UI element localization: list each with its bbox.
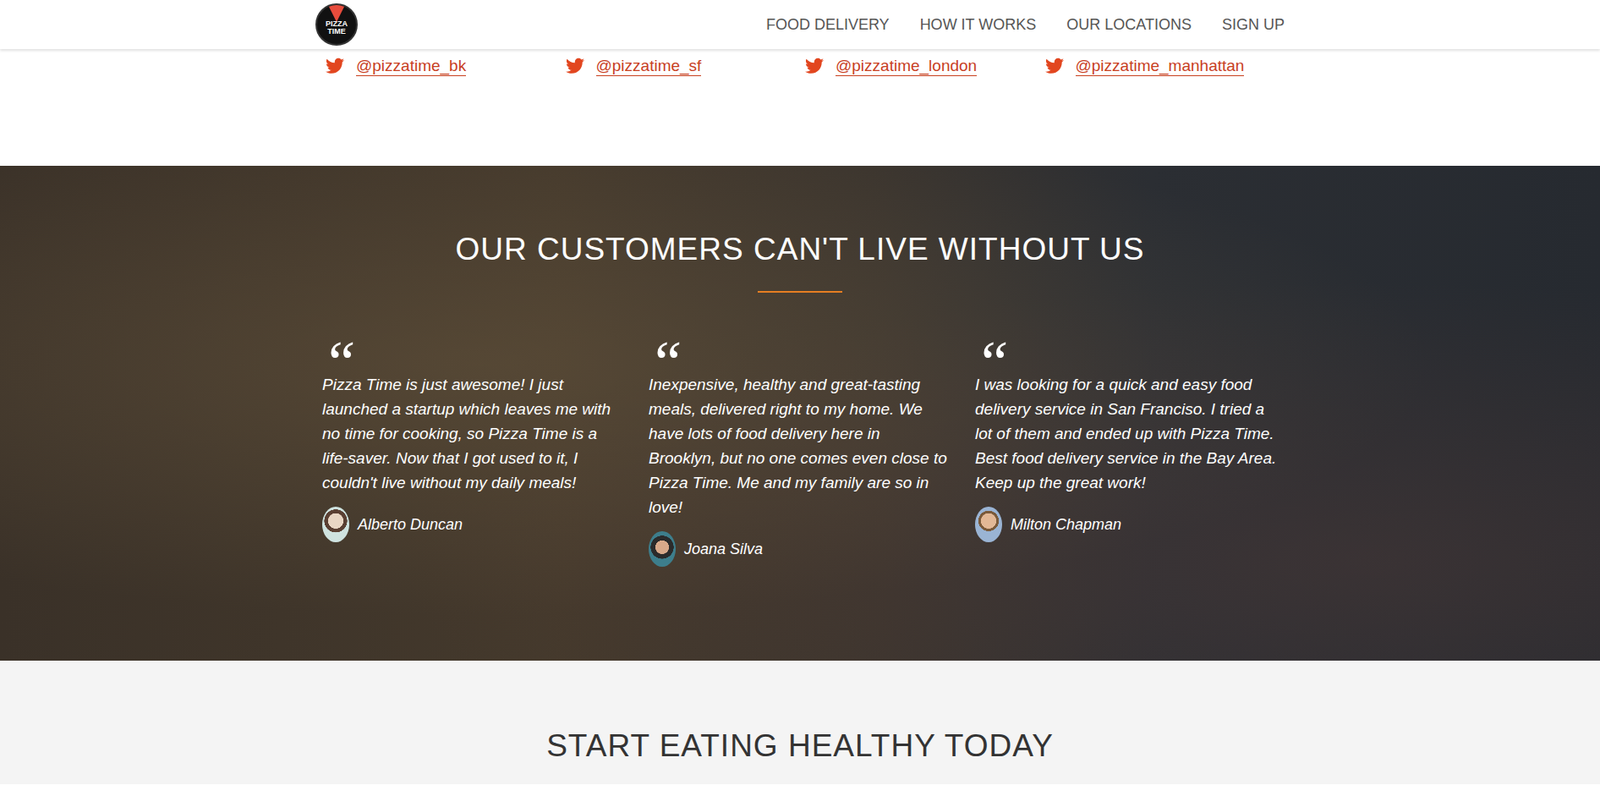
author-name: Alberto Duncan (357, 515, 463, 534)
nav-links: FOOD DELIVERY HOW IT WORKS OUR LOCATIONS SI… (766, 16, 1285, 34)
author-name: Joana Silva (684, 540, 763, 559)
logo-triangle-icon (328, 5, 346, 22)
twitter-link[interactable]: @pizzatime_manhattan (1075, 56, 1245, 77)
nav-link[interactable]: HOW IT WORKS (920, 16, 1037, 34)
avatar-photo (322, 506, 350, 543)
twitter-icon (805, 57, 824, 75)
twitter-link[interactable]: @pizzatime_bk (356, 56, 466, 77)
testimonial-author: Alberto Duncan (322, 506, 625, 543)
title-underline (757, 290, 843, 293)
twitter-item: @pizzatime_bk (325, 54, 566, 77)
nav-link[interactable]: FOOD DELIVERY (766, 16, 890, 34)
section-title: START EATING HEALTHY TODAY (0, 726, 1600, 766)
twitter-item: @pizzatime_sf (565, 54, 806, 77)
logo[interactable]: PIZZATIME (315, 3, 358, 46)
logo-text: TIME (327, 27, 346, 36)
testimonial: “ I was looking for a quick and easy food… (963, 333, 1290, 567)
nav-link[interactable]: OUR LOCATIONS (1066, 16, 1192, 34)
testimonial-text: I was looking for a quick and easy food … (975, 372, 1278, 495)
testimonial-text: Pizza Time is just awesome! I just launc… (322, 372, 625, 495)
testimonial-author: Milton Chapman (975, 506, 1278, 543)
logo-text: PIZZA (325, 20, 348, 28)
twitter-row: @pizzatime_bk @pizzatime_sf @pizzatime_lon… (315, 49, 1285, 166)
testimonial-list: “ Pizza Time is just awesome! I just laun… (310, 333, 1290, 567)
cta-section: START EATING HEALTHY TODAY (0, 660, 1600, 784)
testimonial-author: Joana Silva (648, 531, 952, 567)
nav-link[interactable]: SIGN UP (1221, 16, 1285, 34)
twitter-link[interactable]: @pizzatime_sf (596, 56, 702, 77)
testimonial: “ Inexpensive, healthy and great-tasting … (636, 333, 964, 567)
avatar-photo (975, 506, 1003, 543)
twitter-item: @pizzatime_manhattan (1045, 54, 1286, 77)
quote-mark: “ (975, 333, 1278, 368)
testimonial: “ Pizza Time is just awesome! I just laun… (310, 333, 637, 567)
section-title: OUR CUSTOMERS CAN'T LIVE WITHOUT US (0, 230, 1600, 269)
quote-mark: “ (648, 333, 952, 368)
testimonial-text: Inexpensive, healthy and great-tasting m… (648, 372, 952, 520)
twitter-icon (325, 57, 345, 75)
quote-mark: “ (322, 333, 625, 368)
top-nav: PIZZATIME FOOD DELIVERY HOW IT WORKS OUR LO… (0, 0, 1600, 50)
twitter-item: @pizzatime_london (805, 54, 1046, 77)
nav-inner: PIZZATIME FOOD DELIVERY HOW IT WORKS OUR LO… (315, 0, 1285, 50)
twitter-icon (1045, 57, 1064, 75)
twitter-icon (565, 57, 585, 75)
avatar-photo (648, 531, 676, 567)
author-name: Milton Chapman (1010, 515, 1122, 534)
twitter-link[interactable]: @pizzatime_london (835, 56, 977, 77)
testimonials-section: OUR CUSTOMERS CAN'T LIVE WITHOUT US “ Pizz… (0, 165, 1600, 661)
